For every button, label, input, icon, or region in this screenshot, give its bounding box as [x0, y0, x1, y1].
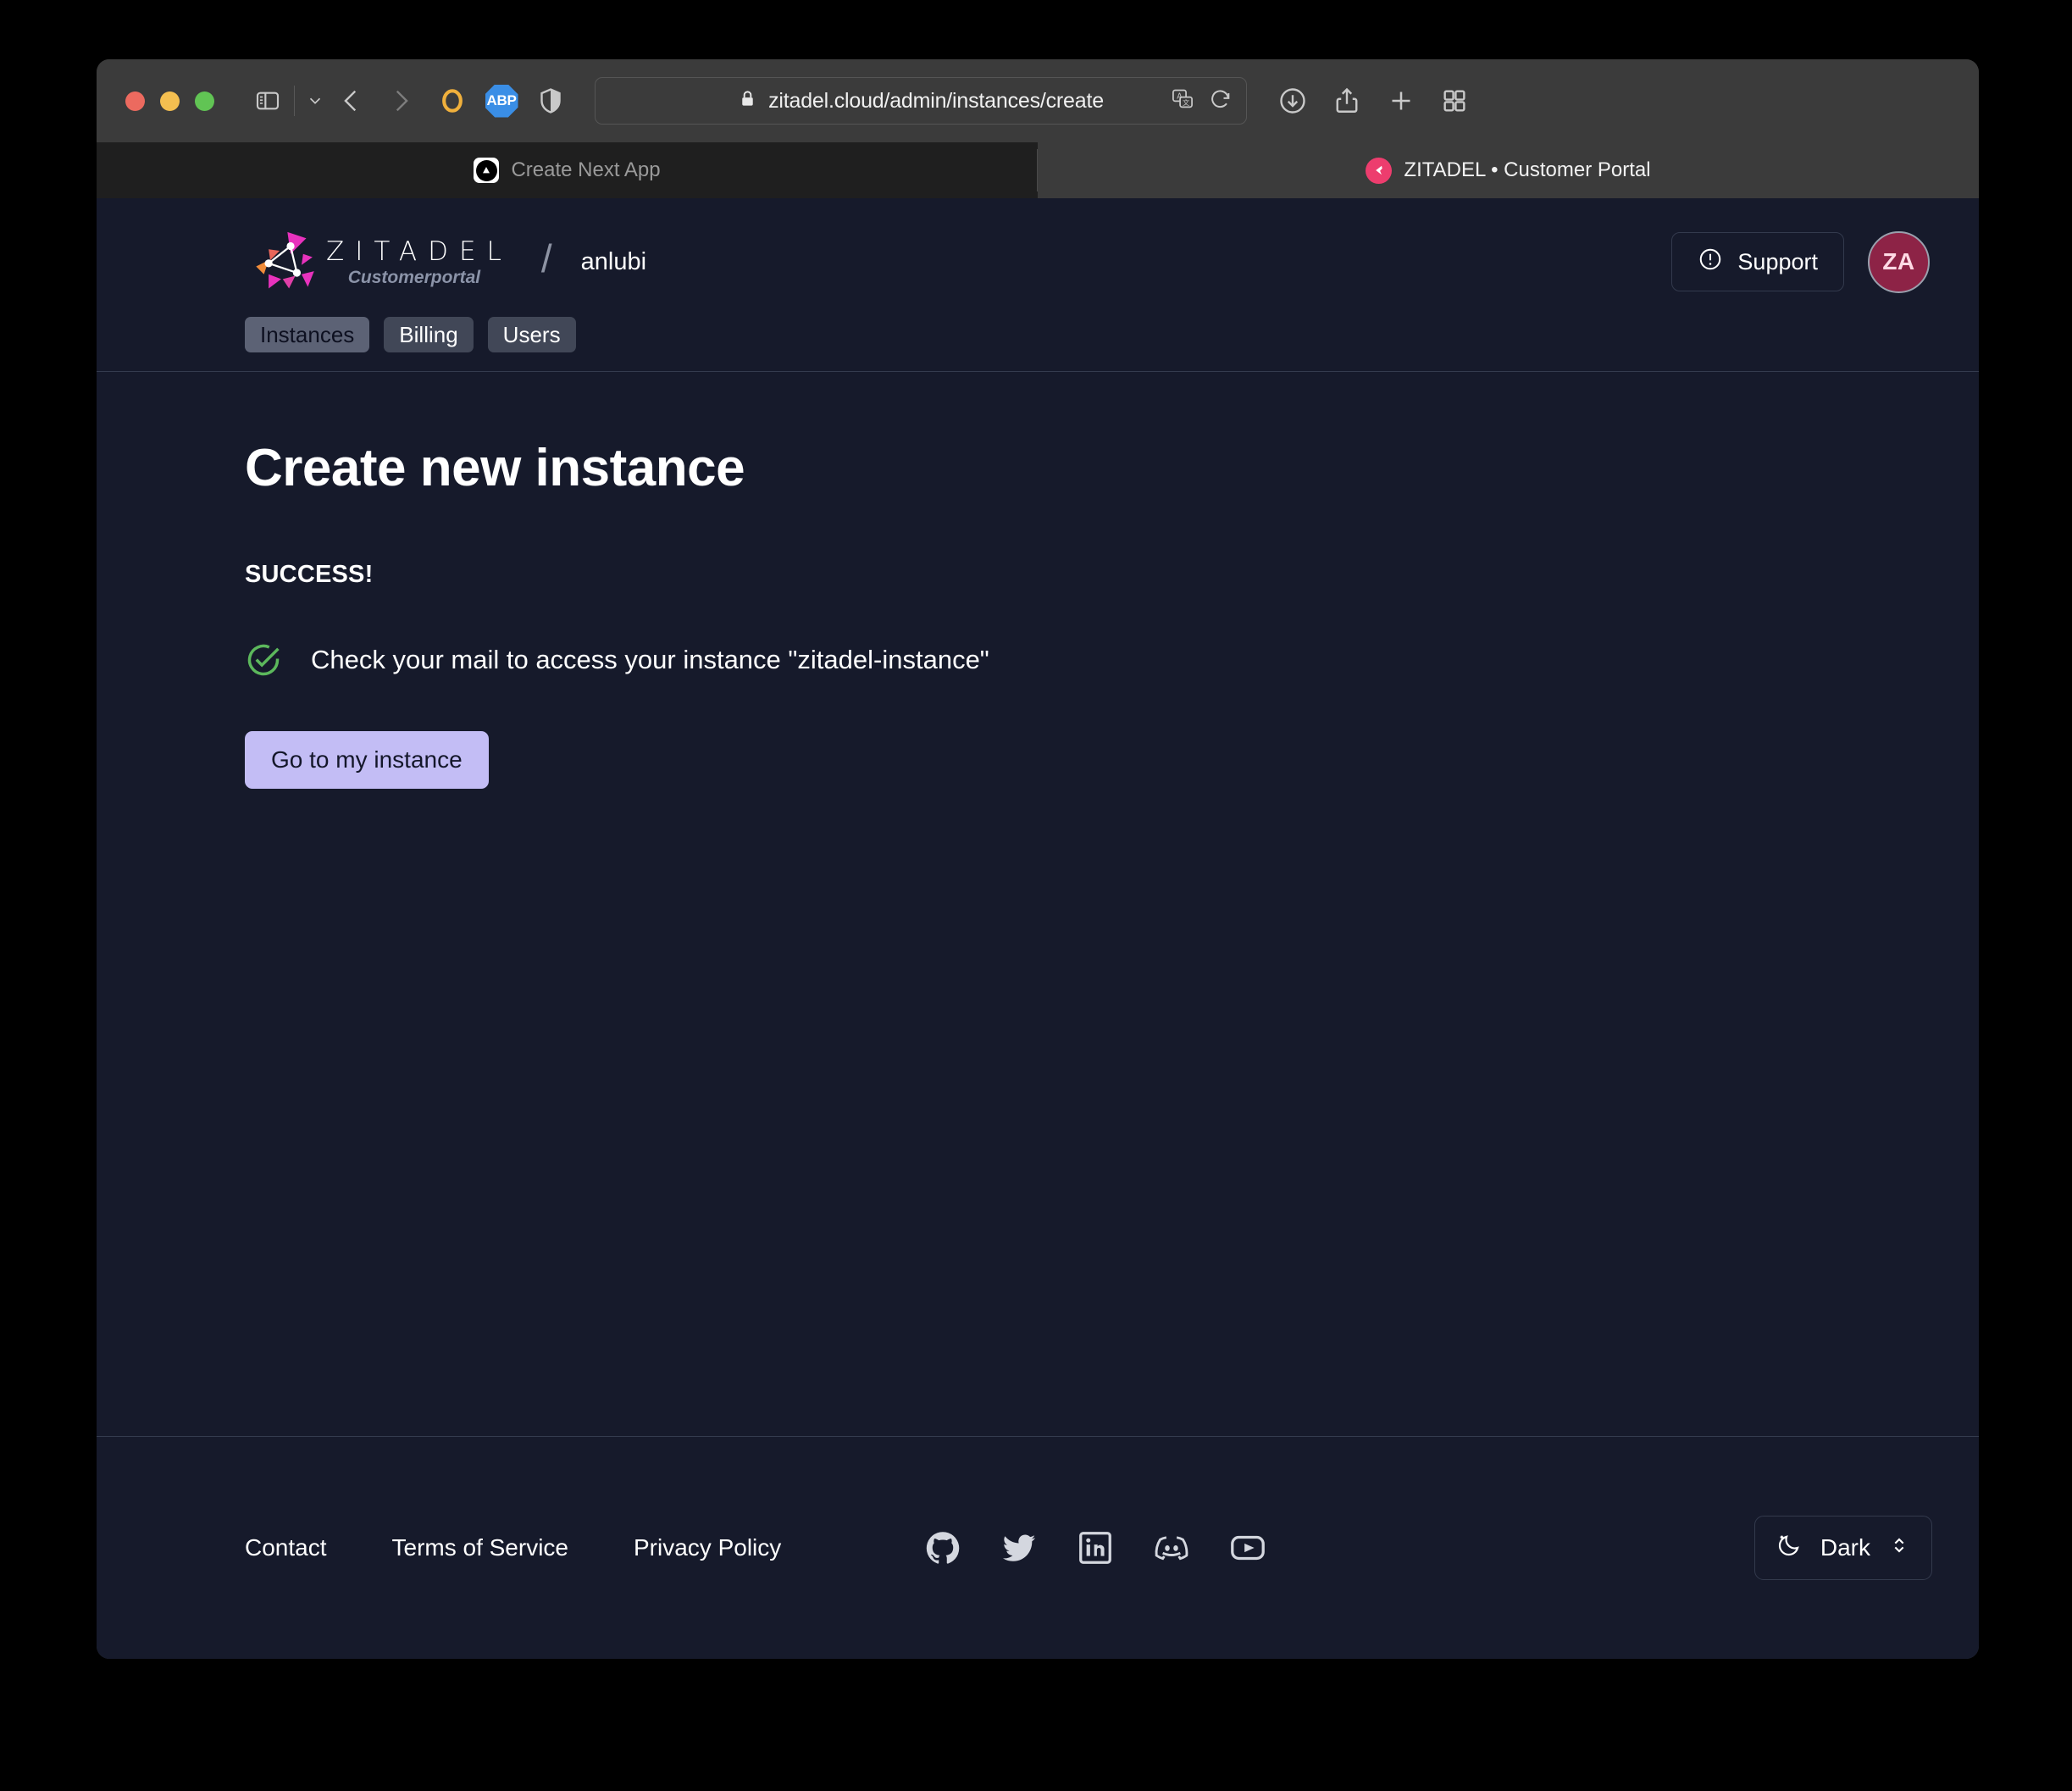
toolbar-actions [1277, 86, 1469, 116]
tab-overview-icon[interactable] [1440, 86, 1469, 115]
adblock-plus-icon[interactable]: ABP [479, 82, 524, 119]
url-bar[interactable]: zitadel.cloud/admin/instances/create A 文 [595, 77, 1247, 125]
header-row: ZITADEL Customerportal / anlubi Support … [97, 198, 1979, 293]
main-content: Create new instance SUCCESS! Check your … [97, 372, 1979, 1436]
info-circle-icon [1698, 247, 1723, 278]
browser-tab-create-next-app[interactable]: Create Next App [97, 142, 1038, 198]
nav-tab-label: Users [502, 321, 561, 347]
shield-icon[interactable] [529, 82, 573, 119]
header-actions: Support ZA [1671, 230, 1945, 293]
organization-name[interactable]: anlubi [581, 248, 646, 276]
minimize-window-button[interactable] [160, 91, 180, 111]
tab-title: ZITADEL • Customer Portal [1404, 158, 1651, 181]
nav-tab-label: Instances [260, 321, 355, 347]
url-content: zitadel.cloud/admin/instances/create [738, 89, 1104, 114]
nav-tab-users[interactable]: Users [487, 317, 576, 352]
check-circle-icon [245, 641, 282, 679]
page-footer: Contact Terms of Service Privacy Policy [97, 1437, 1979, 1659]
close-window-button[interactable] [125, 91, 145, 111]
brand-name: ZITADEL [326, 236, 512, 267]
success-heading: SUCCESS! [245, 561, 374, 588]
moon-icon [1776, 1531, 1803, 1565]
zitadel-icon [1366, 157, 1393, 184]
adblock-plus-badge: ABP [485, 84, 518, 118]
downloads-icon[interactable] [1277, 86, 1308, 116]
maximize-window-button[interactable] [195, 91, 214, 111]
browser-tab-zitadel-customer-portal[interactable]: ZITADEL • Customer Portal [1038, 142, 1979, 198]
github-icon[interactable] [923, 1528, 962, 1567]
linkedin-icon[interactable] [1076, 1528, 1115, 1567]
new-tab-icon[interactable] [1386, 86, 1416, 116]
success-message: Check your mail to access your instance … [311, 645, 989, 674]
browser-toolbar: ABP zitadel.cloud/admin/instances/create [97, 59, 1979, 142]
nav-tab-billing[interactable]: Billing [384, 317, 474, 352]
footer-link-privacy-policy[interactable]: Privacy Policy [634, 1534, 781, 1561]
tab-bar: Create Next App ZITADEL • Customer Porta… [97, 142, 1979, 198]
brand-logo[interactable]: ZITADEL Customerportal [245, 230, 512, 293]
twitter-icon[interactable] [1000, 1528, 1039, 1567]
theme-label: Dark [1820, 1534, 1870, 1561]
forward-arrow-icon[interactable] [376, 82, 425, 119]
tab-title: Create Next App [511, 158, 661, 181]
nav-tab-label: Billing [399, 321, 458, 347]
youtube-icon[interactable] [1228, 1528, 1267, 1567]
nextjs-icon [474, 158, 500, 183]
discord-icon[interactable] [1152, 1528, 1191, 1567]
footer-link-terms-of-service[interactable]: Terms of Service [392, 1534, 569, 1561]
app-header: ZITADEL Customerportal / anlubi Support … [97, 198, 1979, 371]
user-avatar[interactable]: ZA [1868, 230, 1930, 293]
brand-subtitle: Customerportal [347, 267, 481, 287]
primary-navigation: Instances Billing Users [97, 293, 1979, 371]
translate-icon[interactable]: A 文 [1171, 87, 1194, 115]
extension-ring-icon[interactable] [430, 82, 474, 119]
breadcrumb-separator: / [540, 236, 552, 280]
footer-link-contact[interactable]: Contact [245, 1534, 327, 1561]
social-links [923, 1528, 1267, 1567]
zitadel-logo-icon [245, 230, 316, 293]
back-arrow-icon[interactable] [327, 82, 376, 119]
sidebar-toggle-icon[interactable] [250, 85, 285, 117]
share-icon[interactable] [1332, 86, 1362, 116]
reload-icon[interactable] [1209, 87, 1233, 115]
success-message-row: Check your mail to access your instance … [245, 641, 1979, 679]
stepper-chevrons-icon[interactable] [1887, 1533, 1911, 1563]
brand-wordmark: ZITADEL Customerportal [326, 236, 512, 288]
window-controls [125, 91, 214, 111]
lock-icon [738, 89, 757, 113]
theme-selector[interactable]: Dark [1753, 1516, 1932, 1580]
chevron-down-icon[interactable] [303, 86, 327, 115]
support-button-label: Support [1737, 248, 1818, 274]
svg-text:文: 文 [1183, 98, 1189, 107]
nav-tab-instances[interactable]: Instances [245, 317, 370, 352]
page-viewport: ZITADEL Customerportal / anlubi Support … [97, 198, 1979, 1659]
page-title: Create new instance [245, 439, 745, 497]
url-bar-actions: A 文 [1171, 87, 1233, 115]
footer-links: Contact Terms of Service Privacy Policy [245, 1534, 781, 1561]
go-to-instance-button[interactable]: Go to my instance [245, 731, 489, 789]
support-button[interactable]: Support [1671, 232, 1844, 291]
browser-window: ABP zitadel.cloud/admin/instances/create [97, 59, 1979, 1659]
url-text: zitadel.cloud/admin/instances/create [768, 88, 1104, 113]
toolbar-divider [294, 86, 295, 116]
